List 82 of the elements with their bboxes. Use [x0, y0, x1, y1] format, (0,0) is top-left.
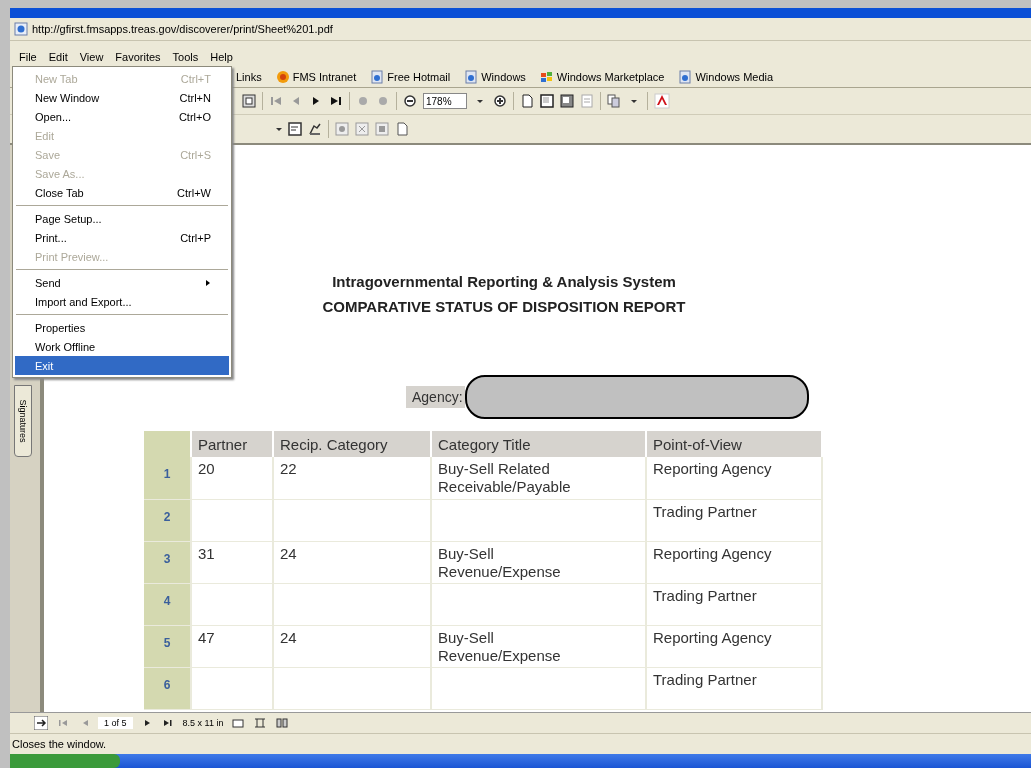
badge-icon[interactable]: [275, 70, 290, 84]
table-cell: 22: [273, 457, 431, 499]
table-cell: 24: [273, 541, 431, 583]
menu-item[interactable]: Help: [205, 50, 238, 64]
menu-item[interactable]: New Window Ctrl+N: [15, 88, 229, 107]
menu-item[interactable]: Print... Ctrl+P: [15, 228, 229, 247]
address-text: http://gfirst.fmsapps.treas.gov/discoverer/print/Sheet%201.pdf: [32, 23, 333, 35]
table-cell: Buy-Sell Revenue/Expense: [431, 625, 646, 667]
report-subtitle: COMPARATIVE STATUS OF DISPOSITION REPORT: [322, 298, 686, 315]
page-size: 8.5 x 11 in: [182, 718, 224, 728]
page-icon[interactable]: [520, 94, 534, 108]
fit-page-icon[interactable]: [540, 94, 554, 108]
acrobat-icon[interactable]: [654, 93, 670, 109]
row-number: 1: [144, 457, 191, 499]
single-page-icon[interactable]: [231, 716, 246, 730]
table-cell: Trading Partner: [646, 667, 822, 709]
page-number[interactable]: 1 of 5: [98, 717, 133, 729]
menu-item[interactable]: Work Offline: [15, 337, 229, 356]
zoom-field[interactable]: 178%: [423, 93, 467, 109]
report-title: Intragovernmental Reporting & Analysis System: [332, 273, 676, 290]
menu-item[interactable]: File: [14, 50, 42, 64]
table-cell: Reporting Agency: [646, 625, 822, 667]
column-header: Recip. Category: [273, 431, 431, 457]
menu-item[interactable]: View: [74, 50, 109, 64]
menu-item[interactable]: Tools: [167, 50, 204, 64]
zoom-out-icon[interactable]: [403, 94, 417, 108]
link[interactable]: FMS Intranet: [292, 71, 357, 83]
link[interactable]: Free Hotmail: [387, 71, 451, 83]
page-icon[interactable]: [14, 22, 28, 36]
agency-label: Agency:: [406, 386, 465, 408]
menu-item[interactable]: Edit: [43, 50, 73, 64]
arrow-icon[interactable]: [34, 716, 48, 730]
row-number: 4: [144, 583, 191, 625]
menu-item[interactable]: Favorites: [110, 50, 166, 64]
page-icon[interactable]: [370, 70, 385, 84]
table-cell: 47: [191, 625, 273, 667]
zoom-in-icon[interactable]: [493, 94, 507, 108]
menu-item[interactable]: Properties: [15, 318, 229, 337]
link[interactable]: Windows: [481, 71, 526, 83]
row-number: 2: [144, 499, 191, 541]
page-icon[interactable]: [242, 94, 256, 108]
menu-item[interactable]: Close Tab Ctrl+W: [15, 183, 229, 202]
facing-icon[interactable]: [275, 716, 290, 730]
menu-item[interactable]: Send: [15, 273, 229, 292]
start-button[interactable]: [10, 754, 120, 768]
link[interactable]: Windows Media: [695, 71, 774, 83]
pages-icon[interactable]: [607, 94, 621, 108]
column-header: Partner: [191, 431, 273, 457]
document-icon[interactable]: [355, 122, 369, 136]
signatures-tab[interactable]: Signatures: [14, 385, 32, 457]
flag-icon[interactable]: [539, 70, 554, 84]
row-number: 3: [144, 541, 191, 583]
row-number: 6: [144, 667, 191, 709]
table-cell: Trading Partner: [646, 499, 822, 541]
document-icon[interactable]: [375, 122, 389, 136]
column-header: Point-of-View: [646, 431, 822, 457]
page-icon[interactable]: [678, 70, 693, 84]
row-number: 5: [144, 625, 191, 667]
document-icon[interactable]: [395, 122, 409, 136]
menu-item[interactable]: Page Setup...: [15, 209, 229, 228]
table-cell: Reporting Agency: [646, 541, 822, 583]
table-cell: Trading Partner: [646, 583, 822, 625]
table-cell: 24: [273, 625, 431, 667]
form-icon[interactable]: [288, 122, 302, 136]
sign-icon[interactable]: [308, 122, 322, 136]
link[interactable]: Windows Marketplace: [556, 71, 665, 83]
last-page-icon[interactable]: [329, 94, 343, 108]
table-cell: Reporting Agency: [646, 457, 822, 499]
fit-width-icon[interactable]: [560, 94, 574, 108]
continuous-icon[interactable]: [253, 716, 268, 730]
table-cell: 31: [191, 541, 273, 583]
menu-item[interactable]: Exit: [15, 356, 229, 375]
menu-item[interactable]: Import and Export...: [15, 292, 229, 311]
column-header: Category Title: [431, 431, 646, 457]
table-cell: Buy-Sell Related Receivable/Payable: [431, 457, 646, 499]
page-icon[interactable]: [464, 70, 479, 84]
menu-item[interactable]: Open... Ctrl+O: [15, 107, 229, 126]
table-cell: Buy-Sell Revenue/Expense: [431, 541, 646, 583]
link[interactable]: Links: [236, 71, 262, 83]
table-cell: 20: [191, 457, 273, 499]
document-icon[interactable]: [335, 122, 349, 136]
first-page-icon[interactable]: [269, 94, 283, 108]
